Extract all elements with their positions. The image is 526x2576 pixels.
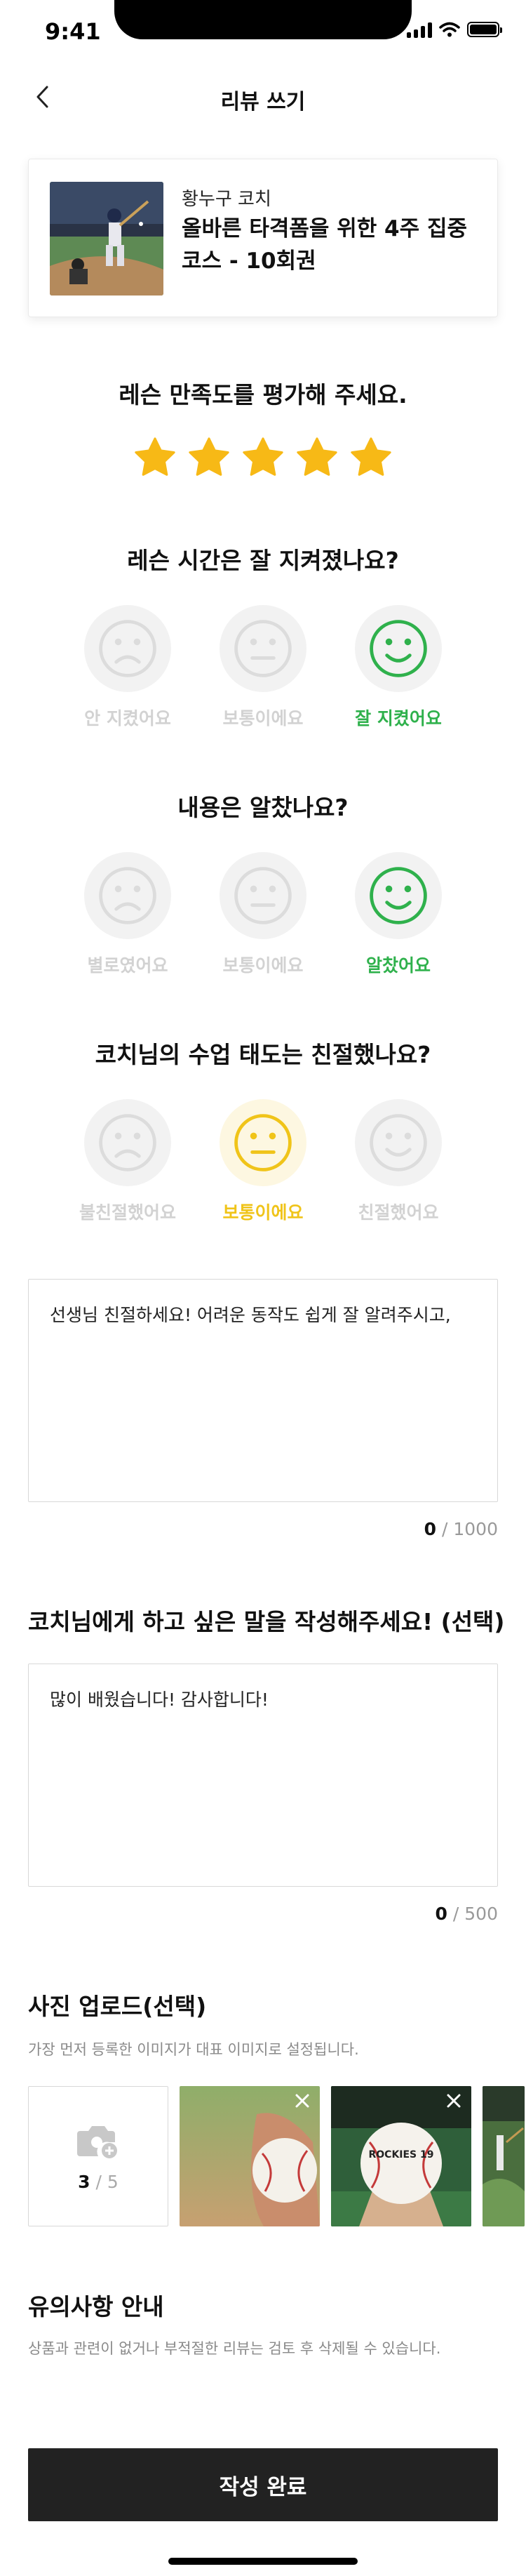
option-bad[interactable]: 안 지켰어요 [72,605,184,730]
option-label: 알찼어요 [365,955,431,976]
sad-face-icon[interactable] [84,1099,171,1186]
message-textarea[interactable]: 많이 배웠습니다! 감사합니다! [28,1664,498,1887]
lesson-thumbnail [50,182,163,296]
photo-count: 3 / 5 [78,2171,119,2192]
time-options: 안 지켰어요 보통이에요 잘 지켰어요 [72,605,454,730]
photo-section-description: 가장 먼저 등록한 이미지가 대표 이미지로 설정됩니다. [28,2041,359,2058]
happy-face-icon[interactable] [355,1099,442,1186]
review-textarea[interactable]: 선생님 친절하세요! 어려운 동작도 쉽게 잘 알려주시고, [28,1279,498,1502]
star-icon[interactable] [295,437,339,479]
star-icon[interactable] [133,437,177,479]
message-section-title: 코치님에게 하고 싶은 말을 작성해주세요! (선택) [28,1608,505,1635]
remove-photo-icon[interactable] [442,2089,466,2113]
star-icon[interactable] [349,437,393,479]
happy-face-icon[interactable] [355,852,442,939]
uploaded-photo[interactable] [483,2086,525,2226]
submit-button[interactable]: 작성 완료 [28,2448,498,2521]
option-label: 보통이에요 [222,708,304,729]
neutral-face-icon[interactable] [220,605,306,692]
sad-face-icon[interactable] [84,852,171,939]
neutral-face-icon[interactable] [220,852,306,939]
option-neutral[interactable]: 보통이에요 [207,852,319,977]
battery-icon [467,22,502,37]
option-neutral[interactable]: 보통이에요 [207,605,319,730]
option-good[interactable]: 친절했어요 [342,1099,454,1224]
option-good[interactable]: 알찼어요 [342,852,454,977]
option-label: 잘 지켰어요 [355,708,442,729]
neutral-face-icon[interactable] [220,1099,306,1186]
option-neutral[interactable]: 보통이에요 [207,1099,319,1224]
option-label: 불친절했어요 [79,1202,176,1223]
photo-section-title: 사진 업로드(선택) [28,1993,207,2020]
attitude-options: 불친절했어요 보통이에요 친절했어요 [72,1099,454,1224]
device-notch [114,0,412,39]
status-time: 9:41 [45,18,101,45]
page-title: 리뷰 쓰기 [220,90,306,114]
star-icon[interactable] [241,437,285,479]
option-label: 친절했어요 [358,1202,439,1223]
wifi-icon [439,22,460,37]
question-content: 내용은 알찼나요? [177,794,349,821]
coach-name: 황누구 코치 [182,189,271,210]
camera-add-icon [77,2125,117,2158]
notice-description: 상품과 관련이 없거나 부적절한 리뷰는 검토 후 삭제될 수 있습니다. [28,2340,441,2357]
option-bad[interactable]: 별로였어요 [72,852,184,977]
option-label: 보통이에요 [222,955,304,976]
lesson-card: 황누구 코치 올바른 타격폼을 위한 4주 집중코스 - 10회권 [28,159,498,317]
star-icon[interactable] [187,437,231,479]
option-label: 보통이에요 [222,1202,304,1223]
option-good[interactable]: 잘 지켰어요 [342,605,454,730]
signal-icon [407,21,432,38]
lesson-title: 올바른 타격폼을 위한 4주 집중코스 - 10회권 [182,216,467,274]
star-rating[interactable] [133,437,393,479]
rating-question: 레슨 만족도를 평가해 주세요. [119,381,407,409]
review-char-counter: 0 / 1000 [424,1519,498,1539]
question-attitude: 코치님의 수업 태도는 친절했나요? [95,1041,431,1068]
uploaded-photo[interactable]: ROCKIES 19 [331,2086,471,2226]
message-char-counter: 0 / 500 [435,1904,498,1924]
content-options: 별로였어요 보통이에요 알찼어요 [72,852,454,977]
status-icons [407,21,502,38]
home-indicator [168,2558,358,2565]
add-photo-button[interactable]: 3 / 5 [28,2086,168,2226]
option-label: 안 지켰어요 [84,708,171,729]
question-time: 레슨 시간은 잘 지켜졌나요? [127,547,399,574]
remove-photo-icon[interactable] [290,2089,314,2113]
option-label: 별로였어요 [87,955,168,976]
uploaded-photo[interactable] [180,2086,320,2226]
photo-strip: 3 / 5 ROCKIES 19 [28,2086,525,2226]
sad-face-icon[interactable] [84,605,171,692]
ball-text: ROCKIES 19 [368,2149,433,2160]
notice-title: 유의사항 안내 [28,2293,164,2321]
option-bad[interactable]: 불친절했어요 [72,1099,184,1224]
happy-face-icon[interactable] [355,605,442,692]
